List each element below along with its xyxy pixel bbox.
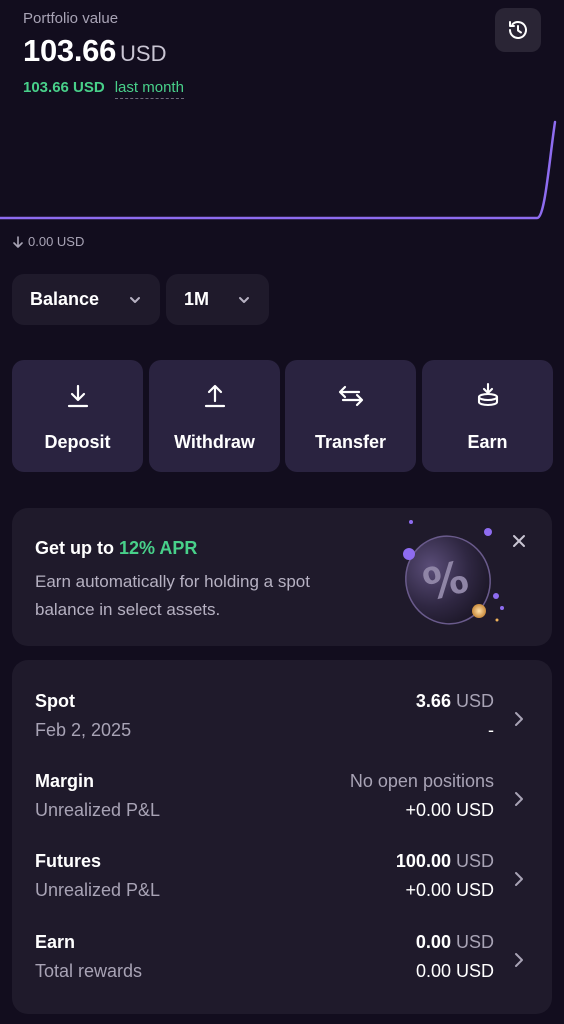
transfer-button[interactable]: Transfer [285, 360, 416, 472]
range-selector[interactable]: 1M [166, 274, 269, 325]
account-balance-amount: 0.00 [415, 932, 451, 952]
portfolio-value-currency: USD [120, 41, 167, 66]
account-secondary-value: +0.00 USD [405, 800, 494, 820]
promo-title-apr: 12% APR [119, 538, 198, 558]
close-icon [513, 535, 525, 547]
promo-title: Get up to 12% APR [35, 538, 197, 559]
arrow-down-icon [13, 235, 23, 248]
portfolio-value-label: Portfolio value [23, 10, 119, 27]
account-row-futures[interactable]: Futures Unrealized P&L 100.00 USD +0.00 … [12, 851, 552, 921]
earn-button[interactable]: Earn [422, 360, 553, 472]
apr-promo-card[interactable]: Get up to 12% APR Earn automatically for… [12, 508, 552, 646]
account-sub: Feb 2, 2025 [35, 720, 132, 740]
chart-min-label: 0.00 USD [12, 234, 84, 249]
account-name: Earn [35, 932, 76, 952]
view-selector-label: Balance [30, 289, 100, 309]
portfolio-change-period[interactable]: last month [114, 79, 184, 99]
chevron-right-icon [512, 789, 526, 809]
deposit-button[interactable]: Deposit [12, 360, 143, 472]
transfer-arrows-icon [337, 382, 365, 410]
portfolio-chart[interactable] [0, 110, 564, 230]
account-name: Margin [35, 771, 95, 791]
accounts-list: Spot Feb 2, 2025 3.66 USD - Margin Unrea… [12, 660, 552, 1014]
coin-stack-icon [474, 382, 502, 410]
account-balance-amount: 100.00 [395, 851, 451, 871]
account-status: No open positions [349, 771, 494, 791]
account-balance: 0.00 USD [416, 932, 494, 953]
chevron-right-icon [512, 950, 526, 970]
account-balance: 3.66 USD [416, 691, 494, 712]
withdraw-button[interactable]: Withdraw [149, 360, 280, 472]
account-secondary-value: 0.00 USD [415, 961, 494, 981]
promo-description: Earn automatically for holding a spot ba… [35, 572, 310, 619]
chevron-right-icon [512, 869, 526, 889]
deposit-label: Deposit [44, 432, 111, 452]
withdraw-label: Withdraw [174, 432, 255, 452]
promo-title-prefix: Get up to [35, 538, 119, 558]
account-row-spot[interactable]: Spot Feb 2, 2025 3.66 USD - [12, 691, 552, 761]
account-balance: 100.00 USD [396, 851, 494, 872]
account-balance-currency: USD [455, 932, 494, 952]
account-balance-currency: USD [455, 691, 494, 711]
portfolio-value: 103.66 USD [23, 33, 166, 69]
account-name: Futures [35, 851, 102, 871]
chevron-right-icon [512, 709, 526, 729]
chevron-down-icon [239, 296, 249, 303]
upload-icon [201, 382, 229, 410]
percent-coin-icon: % [403, 520, 504, 625]
portfolio-screen: Portfolio value 103.66 USD 103.66 USD la… [0, 0, 564, 1024]
account-sub: Unrealized P&L [35, 800, 161, 820]
account-secondary-value: - [488, 720, 494, 740]
history-button[interactable] [495, 8, 541, 52]
account-name: Spot [35, 691, 75, 711]
earn-label: Earn [467, 432, 508, 452]
history-icon [509, 21, 527, 39]
account-row-earn[interactable]: Earn Total rewards 0.00 USD 0.00 USD [12, 932, 552, 1002]
download-icon [64, 382, 92, 410]
portfolio-change-amount: 103.66 USD [23, 79, 105, 96]
portfolio-change: 103.66 USD last month [23, 79, 184, 99]
account-row-margin[interactable]: Margin Unrealized P&L No open positions … [12, 771, 552, 841]
portfolio-value-amount: 103.66 [23, 33, 117, 68]
range-selector-label: 1M [184, 289, 210, 309]
account-secondary-value: +0.00 USD [405, 880, 494, 900]
account-sub: Total rewards [35, 961, 143, 981]
view-selector[interactable]: Balance [12, 274, 160, 325]
chart-series-line [0, 120, 557, 220]
chart-min-value: 0.00 USD [28, 234, 85, 249]
promo-close-button[interactable] [509, 531, 529, 551]
chevron-down-icon [130, 296, 140, 303]
account-balance-currency: USD [455, 851, 494, 871]
account-sub: Unrealized P&L [35, 880, 161, 900]
transfer-label: Transfer [314, 432, 387, 452]
account-balance-amount: 3.66 [415, 691, 451, 711]
